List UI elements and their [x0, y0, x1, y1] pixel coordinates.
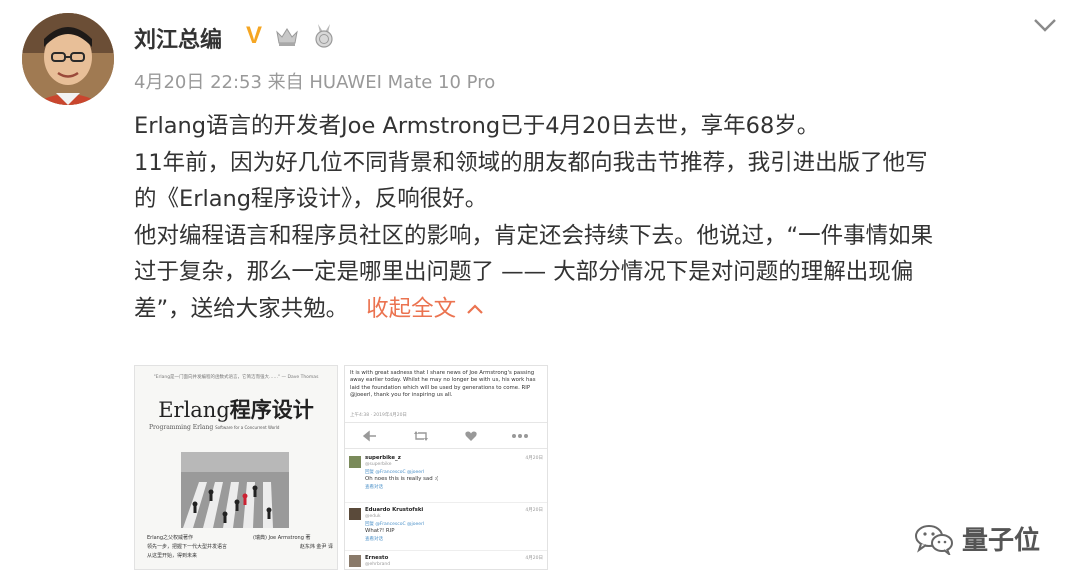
- book-subtitle-small: Software for a Concurrent World: [215, 425, 280, 430]
- collapse-text-link[interactable]: 收起全文: [366, 296, 484, 322]
- content-line: 过于复杂，那么一定是哪里出问题了 —— 大部分情况下是对问题的理解出现偏: [134, 259, 914, 285]
- reply-icon[interactable]: [363, 430, 377, 442]
- tweet-reply[interactable]: Eduardo Krustofski 4月20日 @eduk 回复 @Franc…: [345, 504, 547, 550]
- author-name[interactable]: 刘江总编: [134, 22, 222, 54]
- content-line-last: 差”，送给大家共勉。 收起全文: [134, 291, 1054, 328]
- reply-time: 4月20日: [525, 456, 543, 461]
- book-subtitle-row: Programming Erlang Software for a Concur…: [149, 424, 279, 431]
- collapse-label: 收起全文: [366, 295, 457, 322]
- reply-text: What?! RIP: [365, 528, 395, 534]
- book-bullets: Erlang之父权威著作 领先一步，把握下一代大型并发语言 从这里开始，得到未来: [147, 534, 247, 561]
- reply-time: 4月20日: [525, 508, 543, 513]
- crown-icon[interactable]: [274, 25, 300, 47]
- book-quote: "Erlang是一门面向并发编程的函数式语言，它简洁而强大……" — Dave …: [153, 375, 319, 380]
- book-bullet: 从这里开始，得到未来: [147, 553, 198, 559]
- more-icon[interactable]: [511, 433, 529, 439]
- chevron-down-icon[interactable]: [1032, 12, 1058, 38]
- retweet-icon[interactable]: [413, 430, 429, 442]
- content-line: 的《Erlang程序设计》，反响很好。: [134, 186, 488, 212]
- reply-text: Oh noes this is really sad :(: [365, 476, 439, 482]
- reply-avatar: [349, 508, 361, 520]
- reply-time: 4月20日: [525, 556, 543, 561]
- book-title-cn: 程序设计: [229, 397, 314, 422]
- book-subtitle: Programming Erlang: [149, 424, 214, 431]
- reply-user: superbike_z: [365, 455, 401, 461]
- verified-badge[interactable]: V: [246, 22, 262, 50]
- avatar[interactable]: [22, 13, 114, 105]
- reply-handle: @superbike: [365, 462, 392, 467]
- heart-icon[interactable]: [465, 430, 477, 442]
- reply-replying: 回复 @FrancescoC @joeerl: [365, 522, 425, 527]
- medal-icon[interactable]: [312, 23, 336, 49]
- reply-replying: 回复 @FrancescoC @joeerl: [365, 470, 425, 475]
- book-authors: (瑞典) Joe Armstrong 著: [253, 535, 311, 541]
- reply-handle: @ehrbrand: [365, 562, 391, 567]
- content-line: 差”，送给大家共勉。: [134, 295, 349, 322]
- tweet-reply[interactable]: superbike_z 4月20日 @superbike 回复 @Frances…: [345, 452, 547, 502]
- author-badges: V: [246, 22, 336, 50]
- reply-avatar: [349, 555, 361, 567]
- tweet-actions: [345, 428, 547, 446]
- chevron-up-icon: [467, 304, 483, 314]
- reply-user: Eduardo Krustofski: [365, 507, 424, 513]
- book-bullet: 领先一步，把握下一代大型并发语言: [147, 544, 228, 550]
- book-cover-image[interactable]: "Erlang是一门面向并发编程的函数式语言，它简洁而强大……" — Dave …: [134, 365, 338, 570]
- tweet-screenshot-image[interactable]: It is with great sadness that I share ne…: [344, 365, 548, 570]
- reply-handle: @eduk: [365, 514, 381, 519]
- content-line: 11年前，因为好几位不同背景和领域的朋友都向我击节推荐，我引进出版了他写: [134, 149, 928, 176]
- watermark-text: 量子位: [962, 526, 1041, 556]
- tweet-text: It is with great sadness that I share ne…: [350, 370, 536, 399]
- reply-avatar: [349, 456, 361, 468]
- book-title: Erlang程序设计: [135, 394, 337, 424]
- content-line: Erlang语言的开发者Joe Armstrong已于4月20日去世，享年68岁…: [134, 113, 820, 139]
- book-credits: (瑞典) Joe Armstrong 著 赵东炜 金尹 译: [253, 534, 333, 552]
- book-translators: 赵东炜 金尹 译: [299, 544, 333, 550]
- tweet-time: 上午4:38 · 2019年4月20日: [350, 413, 407, 418]
- reply-action[interactable]: 查看对话: [365, 484, 383, 490]
- content-line: 他对编程语言和程序员社区的影响，肯定还会持续下去。他说过，“一件事情如果: [134, 222, 934, 249]
- wechat-icon: [915, 524, 953, 555]
- reply-action[interactable]: 查看对话: [365, 536, 383, 542]
- tweet-reply[interactable]: Ernesto 4月20日 @ehrbrand: [345, 552, 547, 569]
- crosswalk-photo: [181, 452, 289, 528]
- book-title-latin: Erlang: [158, 398, 230, 422]
- book-bullet: Erlang之父权威著作: [147, 535, 194, 541]
- post-meta: 4月20日 22:53 来自 HUAWEI Mate 10 Pro: [134, 72, 496, 93]
- reply-user: Ernesto: [365, 555, 389, 561]
- post-content: Erlang语言的开发者Joe Armstrong已于4月20日去世，享年68岁…: [134, 108, 1054, 327]
- watermark: 量子位: [914, 520, 1040, 557]
